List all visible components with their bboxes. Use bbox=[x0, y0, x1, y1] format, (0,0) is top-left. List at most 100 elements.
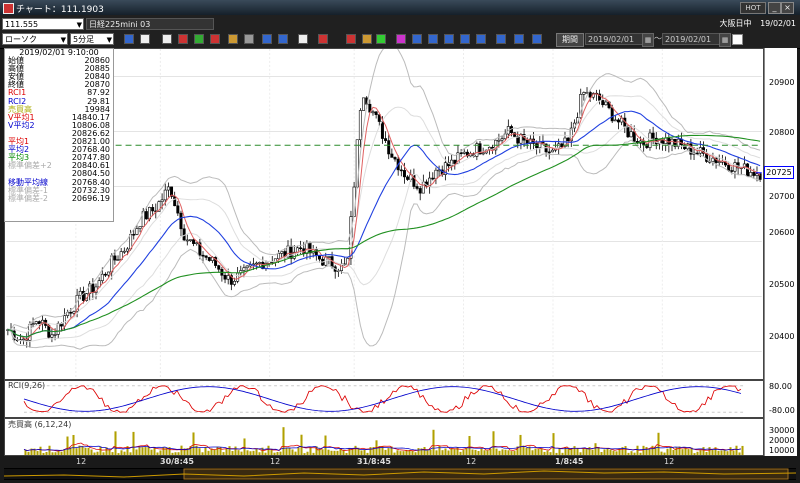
candle bbox=[500, 138, 504, 141]
toolbar-tool-icon[interactable] bbox=[278, 34, 288, 44]
candle bbox=[632, 131, 636, 142]
volume-bar bbox=[576, 448, 579, 455]
candle bbox=[362, 97, 366, 111]
toolbar-tool-icon[interactable] bbox=[396, 34, 406, 44]
volume-axis: 30000 20000 10000 bbox=[764, 418, 797, 456]
option-checkbox[interactable] bbox=[732, 34, 743, 45]
candle bbox=[588, 91, 592, 98]
volume-bar bbox=[93, 452, 96, 455]
toolbar-tool-icon[interactable] bbox=[178, 34, 188, 44]
candle bbox=[399, 169, 403, 172]
toolbar-tool-icon[interactable] bbox=[140, 34, 150, 44]
toolbar-tool-icon[interactable] bbox=[532, 34, 542, 44]
volume-chart[interactable] bbox=[4, 418, 764, 456]
toolbar-tool-icon[interactable] bbox=[262, 34, 272, 44]
volume-bar bbox=[198, 448, 201, 455]
time-tick: 1/8:45 bbox=[555, 457, 584, 466]
toolbar-tool-icon[interactable] bbox=[428, 34, 438, 44]
toolbar-tool-icon[interactable] bbox=[496, 34, 506, 44]
chevron-down-icon: ▼ bbox=[106, 36, 112, 44]
volume-bar bbox=[672, 450, 675, 455]
volume-bar bbox=[543, 451, 546, 455]
toolbar-tool-icon[interactable] bbox=[318, 34, 328, 44]
candle bbox=[384, 138, 388, 141]
data-row: 標準偏差-2 20696.19 bbox=[5, 194, 113, 203]
candle bbox=[299, 247, 303, 250]
calendar-icon[interactable]: ▦ bbox=[719, 33, 731, 47]
volume-bar bbox=[633, 452, 636, 455]
toolbar-tool-icon[interactable] bbox=[124, 34, 134, 44]
candle bbox=[651, 132, 655, 139]
candle bbox=[232, 280, 236, 285]
close-icon[interactable]: × bbox=[781, 2, 794, 14]
candlestick-chart[interactable] bbox=[4, 48, 764, 380]
volume-bar bbox=[162, 447, 165, 455]
volume-bar bbox=[246, 450, 249, 455]
calendar-icon[interactable]: ▦ bbox=[642, 33, 654, 47]
toolbar-tool-icon[interactable] bbox=[162, 34, 172, 44]
toolbar-tool-icon[interactable] bbox=[346, 34, 356, 44]
volume-bar bbox=[717, 450, 720, 455]
candle bbox=[100, 273, 104, 281]
candle bbox=[604, 101, 608, 106]
hot-button[interactable]: HOT bbox=[740, 2, 766, 14]
toolbar-tool-icon[interactable] bbox=[194, 34, 204, 44]
volume-bar bbox=[402, 451, 405, 455]
time-tick: 12 bbox=[664, 457, 675, 466]
volume-bar bbox=[363, 449, 366, 455]
volume-bar bbox=[216, 446, 219, 455]
volume-bar bbox=[66, 436, 69, 455]
candle bbox=[610, 107, 614, 122]
candle bbox=[236, 272, 240, 282]
minimize-icon[interactable]: _ bbox=[768, 2, 781, 14]
volume-bar bbox=[624, 446, 627, 455]
toolbar-tool-icon[interactable] bbox=[514, 34, 524, 44]
volume-bar bbox=[129, 452, 132, 455]
volume-bar bbox=[99, 446, 102, 455]
candle bbox=[135, 228, 139, 235]
candle bbox=[129, 233, 133, 250]
toolbar-tool-icon[interactable] bbox=[476, 34, 486, 44]
volume-bar bbox=[90, 449, 93, 455]
candle bbox=[173, 196, 177, 207]
period-button[interactable]: 期間 bbox=[556, 33, 584, 47]
candle bbox=[402, 170, 406, 178]
volume-bar bbox=[504, 449, 507, 455]
toolbar-tool-icon[interactable] bbox=[412, 34, 422, 44]
interval-select[interactable]: 5分足 ▼ bbox=[70, 33, 114, 45]
toolbar-tool-icon[interactable] bbox=[210, 34, 220, 44]
toolbar-tool-icon[interactable] bbox=[376, 34, 386, 44]
volume-bar bbox=[534, 448, 537, 455]
candle bbox=[497, 139, 501, 142]
volume-bar bbox=[159, 450, 162, 455]
candle bbox=[566, 137, 570, 142]
volume-bar bbox=[213, 449, 216, 455]
volume-bar bbox=[486, 450, 489, 455]
toolbar-tool-icon[interactable] bbox=[228, 34, 238, 44]
candle bbox=[390, 153, 394, 158]
volume-bar bbox=[282, 427, 285, 455]
rci-chart[interactable] bbox=[4, 380, 764, 418]
volume-bar bbox=[579, 452, 582, 455]
toolbar-tool-icon[interactable] bbox=[362, 34, 372, 44]
symbol-code-input[interactable]: 111.555 ▼ bbox=[2, 18, 84, 30]
history-scrollbar[interactable] bbox=[4, 468, 796, 480]
toolbar-tool-icon[interactable] bbox=[298, 34, 308, 44]
candle bbox=[22, 338, 26, 341]
volume-bar bbox=[252, 450, 255, 455]
chart-type-select[interactable]: ローソク ▼ bbox=[2, 33, 68, 45]
volume-bar bbox=[603, 449, 606, 455]
volume-bar bbox=[135, 449, 138, 455]
candle bbox=[601, 100, 605, 106]
toolbar-tool-icon[interactable] bbox=[244, 34, 254, 44]
toolbar-tool-icon[interactable] bbox=[460, 34, 470, 44]
data-window: 2019/02/01 9:10:00 始値 20860 高値 20885 安値 20840… bbox=[4, 48, 114, 222]
candle bbox=[582, 92, 586, 95]
volume-bar bbox=[102, 452, 105, 455]
toolbar-tool-icon[interactable] bbox=[444, 34, 454, 44]
volume-bar bbox=[723, 450, 726, 455]
candle bbox=[163, 189, 167, 201]
volume-bar bbox=[114, 431, 117, 455]
volume-bar bbox=[297, 447, 300, 455]
volume-bar bbox=[585, 448, 588, 455]
